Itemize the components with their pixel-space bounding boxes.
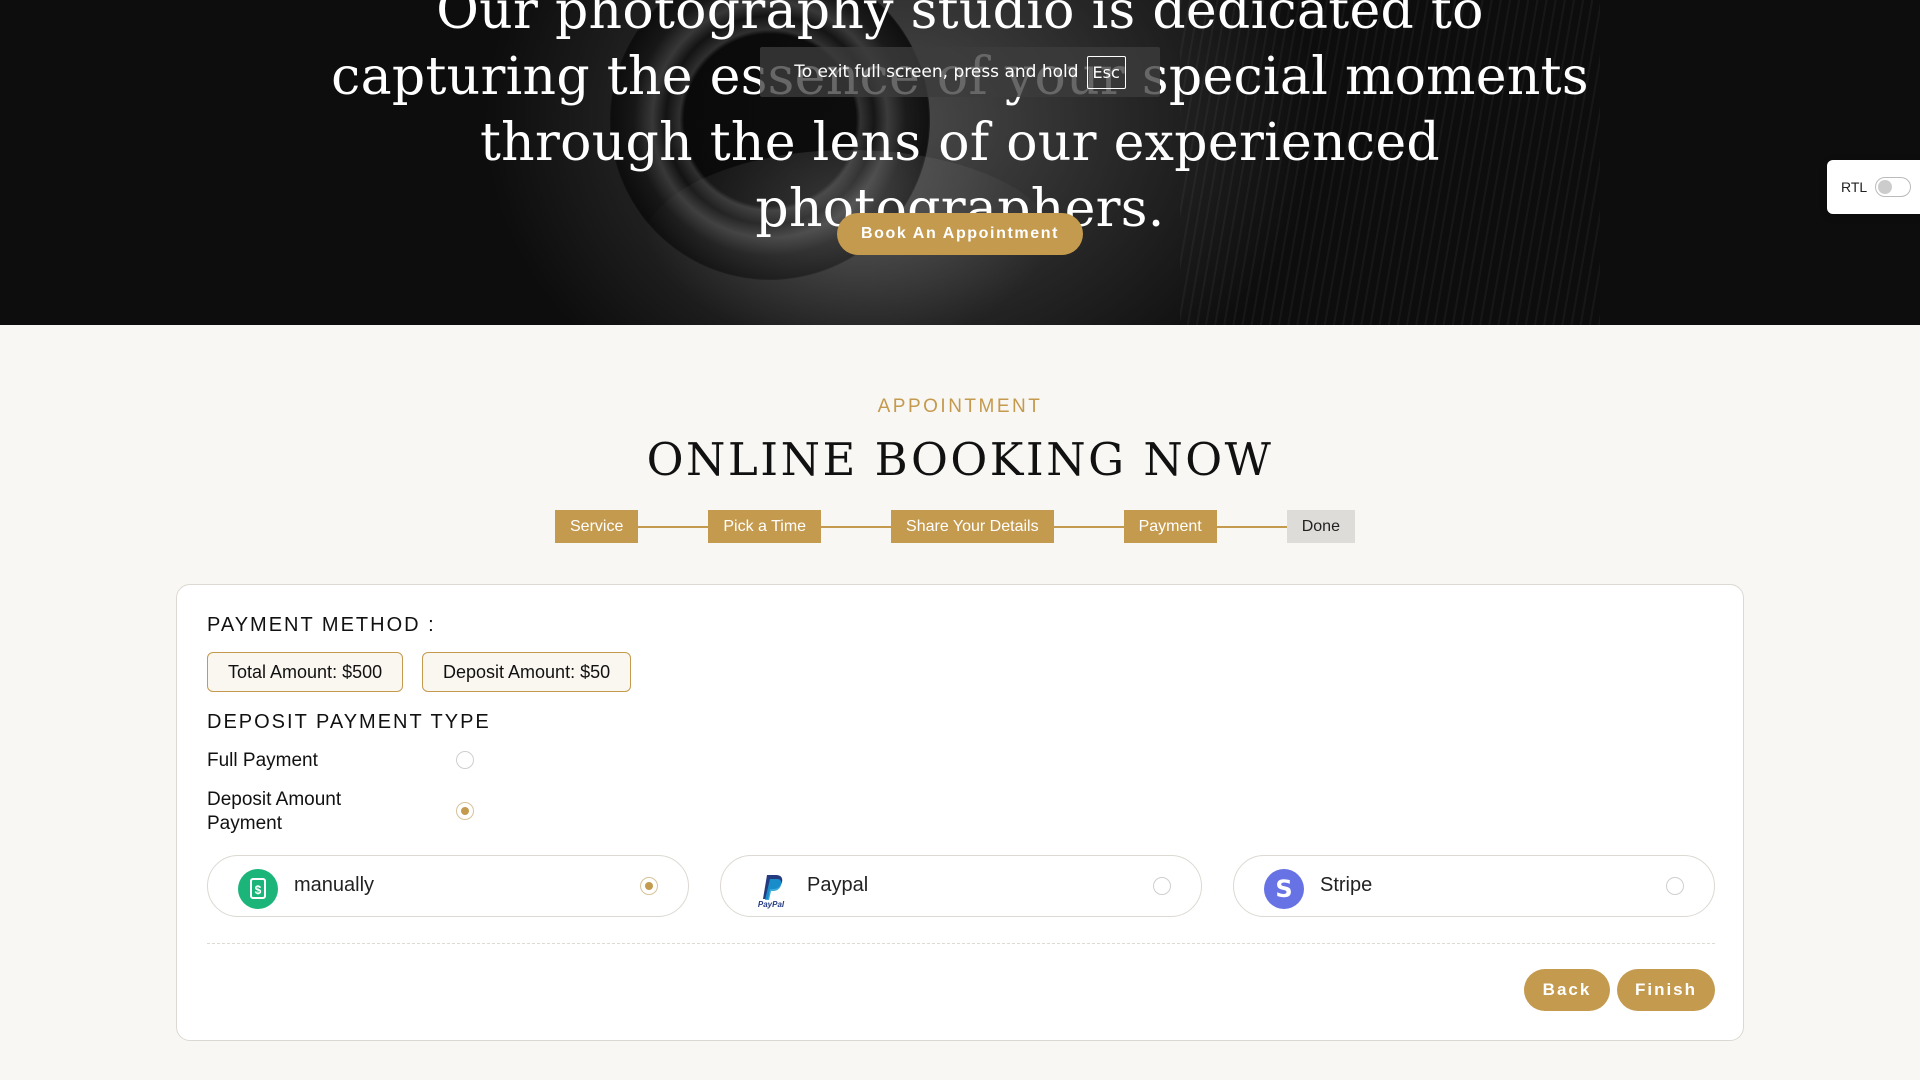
deposit-amount-badge: Deposit Amount: $50	[422, 652, 632, 692]
step-connector	[638, 525, 709, 528]
payment-card: PAYMENT METHOD : Total Amount: $500 Depo…	[176, 584, 1744, 1041]
deposit-amount-payment-label: Deposit Amount Payment	[207, 789, 342, 834]
full-payment-label: Full Payment	[207, 750, 318, 771]
booking-steps: Service Pick a Time Share Your Details P…	[555, 510, 1355, 543]
full-payment-radio[interactable]	[456, 751, 474, 769]
step-service[interactable]: Service	[555, 510, 639, 543]
gateway-stripe[interactable]: S Stripe	[1233, 855, 1715, 917]
card-divider	[207, 943, 1715, 944]
gateway-label: Stripe	[1320, 874, 1373, 896]
rtl-toggle-switch[interactable]	[1875, 177, 1912, 197]
gateway-paypal-radio[interactable]	[1153, 877, 1171, 895]
svg-text:PayPal: PayPal	[758, 900, 785, 909]
gateway-manually-radio[interactable]	[640, 877, 658, 895]
svg-text:$: $	[255, 883, 262, 897]
fullscreen-notice: To exit full screen, press and hold Esc	[760, 47, 1160, 97]
step-connector	[1216, 525, 1287, 528]
receipt-icon: $	[238, 869, 278, 909]
esc-key-label: Esc	[1086, 55, 1126, 89]
step-payment[interactable]: Payment	[1123, 510, 1217, 543]
gateway-manually[interactable]: $ manually	[207, 855, 689, 917]
gateway-label: Paypal	[807, 874, 869, 896]
step-pick-a-time[interactable]: Pick a Time	[708, 510, 822, 543]
payment-method-title: PAYMENT METHOD :	[207, 614, 436, 636]
gateway-paypal[interactable]: PayPal Paypal	[720, 855, 1202, 917]
gateway-stripe-radio[interactable]	[1666, 877, 1684, 895]
step-done[interactable]: Done	[1286, 510, 1355, 543]
step-connector	[1053, 525, 1124, 528]
deposit-payment-type-title: DEPOSIT PAYMENT TYPE	[207, 711, 491, 733]
toggle-knob	[1878, 180, 1893, 194]
book-appointment-button[interactable]: Book An Appointment	[837, 213, 1083, 255]
total-amount-badge: Total Amount: $500	[207, 652, 404, 692]
section-eyebrow: APPOINTMENT	[877, 396, 1043, 417]
rtl-toggle-panel: RTL	[1827, 160, 1920, 214]
rtl-label: RTL	[1841, 179, 1868, 195]
svg-text:S: S	[1275, 875, 1292, 903]
back-button[interactable]: Back	[1524, 969, 1610, 1011]
paypal-icon: PayPal	[751, 869, 791, 909]
step-connector	[821, 525, 892, 528]
hero-headline: Our photography studio is dedicated to c…	[331, 0, 1589, 239]
finish-button[interactable]: Finish	[1617, 969, 1715, 1011]
fullscreen-notice-text: To exit full screen, press and hold	[794, 62, 1079, 82]
section-title: ONLINE BOOKING NOW	[646, 433, 1274, 486]
step-share-details[interactable]: Share Your Details	[891, 510, 1054, 543]
deposit-amount-payment-radio[interactable]	[456, 802, 474, 820]
stripe-icon: S	[1264, 869, 1304, 909]
gateway-label: manually	[294, 874, 375, 896]
